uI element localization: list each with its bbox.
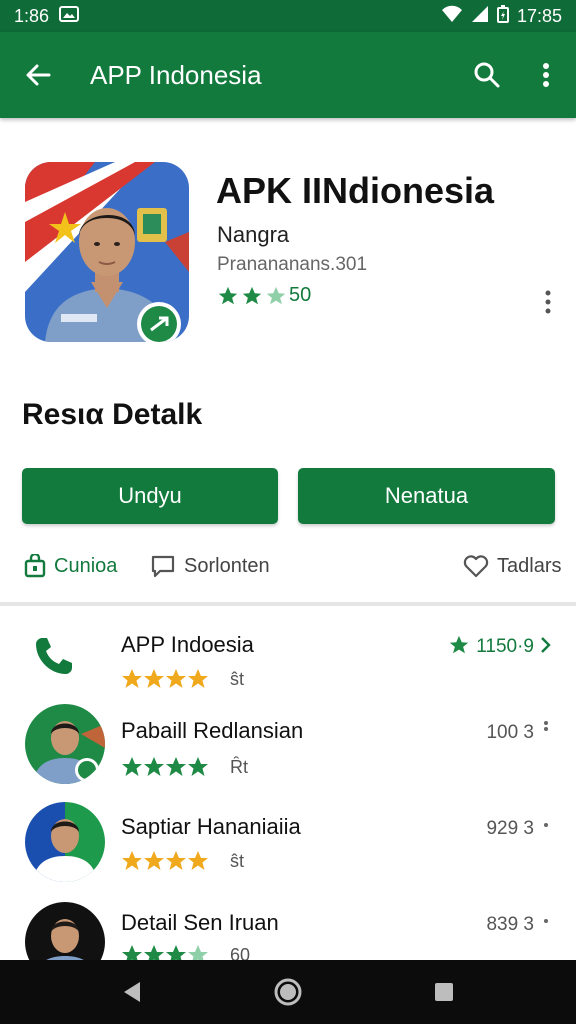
trend-star-icon	[448, 634, 470, 661]
list-item-rating-text: ŝt	[230, 668, 245, 689]
phone-icon	[32, 634, 76, 678]
link-label: Tadlars	[497, 554, 562, 577]
overflow-menu-button[interactable]	[516, 32, 576, 118]
app-bar: APP Indonesia	[0, 32, 576, 118]
list-item-rating-text: 60	[230, 944, 251, 961]
app-more-button[interactable]	[536, 286, 560, 318]
back-triangle-icon	[124, 982, 140, 1002]
dot-icon[interactable]	[538, 822, 554, 828]
app-developer: Nangra	[217, 222, 290, 247]
arrow-left-icon	[26, 64, 51, 86]
secondary-button[interactable]: Nenatua	[298, 468, 555, 524]
list-item-count: 929 3	[486, 818, 534, 839]
avatar	[25, 902, 105, 960]
list-item[interactable]: Pabaill Redlansian Ȓt 100 3	[0, 702, 576, 794]
star-half-icon	[266, 286, 286, 304]
search-button[interactable]	[458, 32, 516, 118]
battery-icon	[496, 4, 509, 28]
list-item[interactable]: Saptiar Hananiaiia ŝt 929 3	[0, 800, 576, 892]
status-time-right: 17:85	[516, 5, 562, 26]
list-item-count: 839 3	[486, 914, 534, 935]
list-item-count: 1150·9	[476, 636, 534, 657]
list-item-rating: Ȓt	[121, 756, 248, 778]
link-cunioa[interactable]: Cunioa	[24, 554, 117, 578]
status-time-left: 1:86	[14, 5, 50, 26]
star-icon	[218, 286, 238, 304]
system-nav-bar	[0, 960, 576, 1024]
comment-icon	[151, 555, 175, 578]
list-item-rating-text: ŝt	[230, 850, 245, 871]
list-item-count: 100 3	[486, 722, 534, 743]
more-vert-icon	[545, 290, 551, 314]
search-icon	[474, 62, 500, 88]
app-meta: Pranananans.301	[217, 254, 368, 275]
app-header: APK IINdionesia Nangra Pranananans.301 5…	[0, 118, 576, 378]
status-bar: 1:86 17:85	[0, 0, 576, 32]
dot-icon[interactable]	[538, 918, 554, 924]
chevron-right-icon[interactable]	[538, 636, 554, 654]
action-links: Cunioa Sorlonten Tadlars	[0, 550, 576, 590]
list-item-rating-text: Ȓt	[230, 756, 248, 777]
app-rating-value: 50	[289, 284, 312, 306]
list-item-name: Saptiar Hananiaiia	[121, 814, 301, 839]
list-item-rating: ŝt	[121, 668, 244, 690]
list-item-name: APP Indoesia	[121, 632, 254, 657]
link-sorlonten[interactable]: Sorlonten	[150, 554, 270, 578]
list-item-rating: ŝt	[121, 850, 244, 872]
app-bar-title: APP Indonesia	[90, 59, 262, 90]
bag-icon	[24, 554, 46, 578]
nav-back-button[interactable]	[116, 976, 148, 1008]
more-vert-icon[interactable]	[538, 720, 554, 738]
section-title: Resια Detalk	[22, 398, 203, 431]
more-vert-icon	[543, 63, 549, 87]
nav-home-button[interactable]	[272, 976, 304, 1008]
app-rating: 50	[217, 284, 311, 307]
avatar	[25, 704, 105, 784]
nav-recents-button[interactable]	[428, 976, 460, 1008]
back-button[interactable]	[0, 32, 76, 118]
link-tadlars[interactable]: Tadlars	[463, 554, 561, 578]
list-item[interactable]: APP Indoesia ŝt 1150·9	[0, 622, 576, 714]
home-circle-icon	[274, 978, 302, 1006]
avatar	[25, 802, 105, 882]
list-item-rating: 60	[121, 944, 250, 960]
link-label: Cunioa	[54, 554, 118, 577]
list-item[interactable]: Detail Sen Iruan 60 839 3	[0, 898, 576, 960]
app-list: APP Indoesia ŝt 1150·9 Pabaill Redlansia…	[0, 606, 576, 960]
app-name: APK IINdionesia	[216, 170, 495, 211]
heart-icon	[463, 555, 489, 578]
photo-notification-icon	[59, 5, 80, 27]
star-icon	[242, 286, 262, 304]
signal-icon	[471, 5, 489, 28]
wifi-icon	[441, 5, 463, 28]
list-item-name: Detail Sen Iruan	[121, 910, 279, 935]
primary-button[interactable]: Undyu	[22, 468, 278, 524]
link-label: Sorlonten	[184, 554, 270, 577]
list-item-name: Pabaill Redlansian	[121, 718, 304, 743]
app-icon	[25, 162, 189, 342]
recents-square-icon	[435, 983, 453, 1001]
